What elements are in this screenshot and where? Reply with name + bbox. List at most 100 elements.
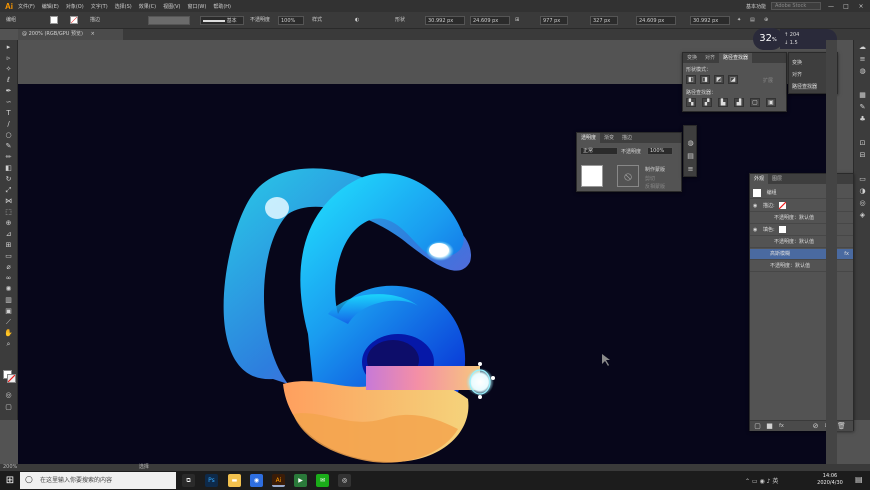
- status-zoom[interactable]: 200%: [3, 464, 17, 470]
- menu-type[interactable]: 文字(T): [91, 3, 108, 10]
- delete-item-icon[interactable]: 🗑: [836, 421, 847, 431]
- mesh-tool-icon[interactable]: ⊞: [3, 240, 14, 250]
- merge-icon[interactable]: ▙: [718, 98, 728, 107]
- link-icon[interactable]: ⊞: [515, 16, 519, 25]
- transparency-opacity-field[interactable]: 100%: [647, 147, 673, 155]
- symbols-icon[interactable]: ♣: [857, 114, 868, 124]
- intersect-icon[interactable]: ◩: [714, 75, 724, 84]
- minimize-button[interactable]: —: [826, 3, 836, 10]
- curvature-tool-icon[interactable]: ∽: [3, 97, 14, 107]
- flyout-item-align[interactable]: 对齐: [792, 71, 802, 78]
- crop-icon[interactable]: ▟: [734, 98, 744, 107]
- menu-view[interactable]: 视图(V): [163, 3, 180, 10]
- pen-tool-icon[interactable]: ✒: [3, 86, 14, 96]
- appearance-row-stroke[interactable]: ◉ 描边:: [750, 201, 853, 212]
- zoom-tool-icon[interactable]: ⌕: [3, 339, 14, 349]
- clip-checkbox[interactable]: 剪切: [645, 175, 655, 182]
- divide-icon[interactable]: ▚: [686, 98, 696, 107]
- selection-tool-icon[interactable]: ▸: [3, 42, 14, 52]
- perspective-grid-tool-icon[interactable]: ⊿: [3, 229, 14, 239]
- appearance-row-gaussian-blur[interactable]: 高斯模糊 fx: [750, 249, 853, 260]
- opacity-field[interactable]: 100%: [278, 16, 304, 25]
- file-explorer-icon[interactable]: ▬: [228, 474, 241, 487]
- wechat-icon[interactable]: ✉: [316, 474, 329, 487]
- flyout-item-pathfinder[interactable]: 路径查找器: [792, 83, 818, 90]
- line-tool-icon[interactable]: /: [3, 119, 14, 129]
- brushes-icon[interactable]: ✎: [857, 102, 868, 112]
- variable-width-field[interactable]: [148, 16, 190, 25]
- ellipse-tool-icon[interactable]: ○: [3, 130, 14, 140]
- libraries-icon[interactable]: ☁: [857, 42, 868, 52]
- stock-search-input[interactable]: Adobe Stock: [771, 2, 821, 10]
- layers-panel-icon[interactable]: ◈: [857, 210, 868, 220]
- blend-mode-dropdown[interactable]: 正常: [580, 147, 618, 155]
- swatch-side-icon[interactable]: ▤: [685, 151, 696, 161]
- blend-tool-icon[interactable]: ∞: [3, 273, 14, 283]
- fx-icon[interactable]: fx: [844, 249, 849, 260]
- appearance-panel-icon[interactable]: ◎: [857, 198, 868, 208]
- add-stroke-icon[interactable]: ▢: [752, 421, 763, 431]
- close-button[interactable]: ×: [856, 3, 866, 10]
- width-field[interactable]: 977 px: [540, 16, 568, 25]
- tab-gradient[interactable]: 渐变: [600, 133, 618, 143]
- visibility-eye-icon[interactable]: ◉: [753, 203, 757, 209]
- artboard-tool-icon[interactable]: ▣: [3, 306, 14, 316]
- taskbar-app-photoshop[interactable]: Ps: [205, 474, 218, 487]
- tab-layers[interactable]: 图层: [768, 174, 786, 184]
- gradient-panel-icon[interactable]: ▭: [857, 174, 868, 184]
- appearance-row-opacity[interactable]: 不透明度：默认值: [750, 261, 853, 272]
- media-player-icon[interactable]: ▶: [294, 474, 307, 487]
- fill-visibility-eye-icon[interactable]: ◉: [753, 227, 757, 233]
- paintbrush-tool-icon[interactable]: ✎: [3, 141, 14, 151]
- stroke-side-icon[interactable]: ≡: [685, 164, 696, 174]
- tab-pathfinder[interactable]: 路径查找器: [719, 53, 753, 63]
- task-view-icon[interactable]: ⧉: [182, 474, 195, 487]
- align-panel-icon[interactable]: ⊟: [857, 150, 868, 160]
- vertical-scrollbar[interactable]: [826, 40, 837, 464]
- flyout-item-transform[interactable]: 变换: [792, 59, 802, 66]
- tab-stroke[interactable]: 描边: [618, 133, 636, 143]
- artboard-canvas[interactable]: [18, 84, 826, 465]
- x-field[interactable]: 30.992 px: [425, 16, 465, 25]
- menu-object[interactable]: 对象(O): [66, 3, 84, 10]
- scale-tool-icon[interactable]: ⤢: [3, 185, 14, 195]
- add-effect-icon[interactable]: fx: [776, 421, 787, 431]
- tray-icons[interactable]: ⌃ ▭ ◉ ♪ 英: [745, 476, 778, 485]
- appearance-row-stroke-opacity[interactable]: 不透明度：默认值: [750, 213, 853, 224]
- screen-mode-icon[interactable]: ▢: [3, 402, 14, 412]
- height-field[interactable]: 24.609 px: [636, 16, 676, 25]
- rotate-tool-icon[interactable]: ↻: [3, 174, 14, 184]
- fill-swatch[interactable]: [50, 16, 58, 24]
- brush-dropdown[interactable]: 基本: [200, 16, 244, 25]
- document-tab[interactable]: @ 200% (RGB/GPU 预览) ×: [18, 29, 123, 40]
- constrain-icon[interactable]: ✦: [737, 16, 741, 25]
- menu-select[interactable]: 选择(S): [115, 3, 132, 10]
- shape-builder-tool-icon[interactable]: ⊕: [3, 218, 14, 228]
- height2-field[interactable]: 30.992 px: [690, 16, 730, 25]
- draw-mode-icon[interactable]: ◎: [3, 390, 14, 400]
- stroke-row-swatch[interactable]: [779, 202, 787, 209]
- eyedropper-tool-icon[interactable]: ⌀: [3, 262, 14, 272]
- symbol-sprayer-tool-icon[interactable]: ✺: [3, 284, 14, 294]
- menu-edit[interactable]: 编辑(E): [42, 3, 59, 10]
- document-tab-close-icon[interactable]: ×: [91, 31, 95, 37]
- width2-field[interactable]: 327 px: [590, 16, 618, 25]
- appearance-row-fill[interactable]: ◉ 填色:: [750, 225, 853, 236]
- recolor-side-icon[interactable]: ◍: [685, 138, 696, 148]
- swatches-icon[interactable]: ▦: [857, 90, 868, 100]
- windows-start-icon[interactable]: ⊞: [2, 473, 18, 488]
- free-transform-tool-icon[interactable]: ⬚: [3, 207, 14, 217]
- no-mask-icon[interactable]: ⦸: [617, 165, 639, 187]
- transparency-panel-icon[interactable]: ◑: [857, 186, 868, 196]
- tab-align[interactable]: 对齐: [701, 53, 719, 63]
- transform-panel-icon[interactable]: ⊡: [857, 138, 868, 148]
- minus-front-icon[interactable]: ◨: [700, 75, 710, 84]
- make-mask-button[interactable]: 制作蒙版: [645, 166, 665, 173]
- slice-tool-icon[interactable]: ⟋: [3, 317, 14, 327]
- notification-icon[interactable]: ▤: [855, 475, 863, 484]
- browser-icon[interactable]: ◉: [250, 474, 263, 487]
- fill-row-swatch[interactable]: [779, 226, 787, 233]
- minus-back-icon[interactable]: ▣: [766, 98, 776, 107]
- gradient-tool-icon[interactable]: ▭: [3, 251, 14, 261]
- app-shortcut-icon[interactable]: ◎: [338, 474, 351, 487]
